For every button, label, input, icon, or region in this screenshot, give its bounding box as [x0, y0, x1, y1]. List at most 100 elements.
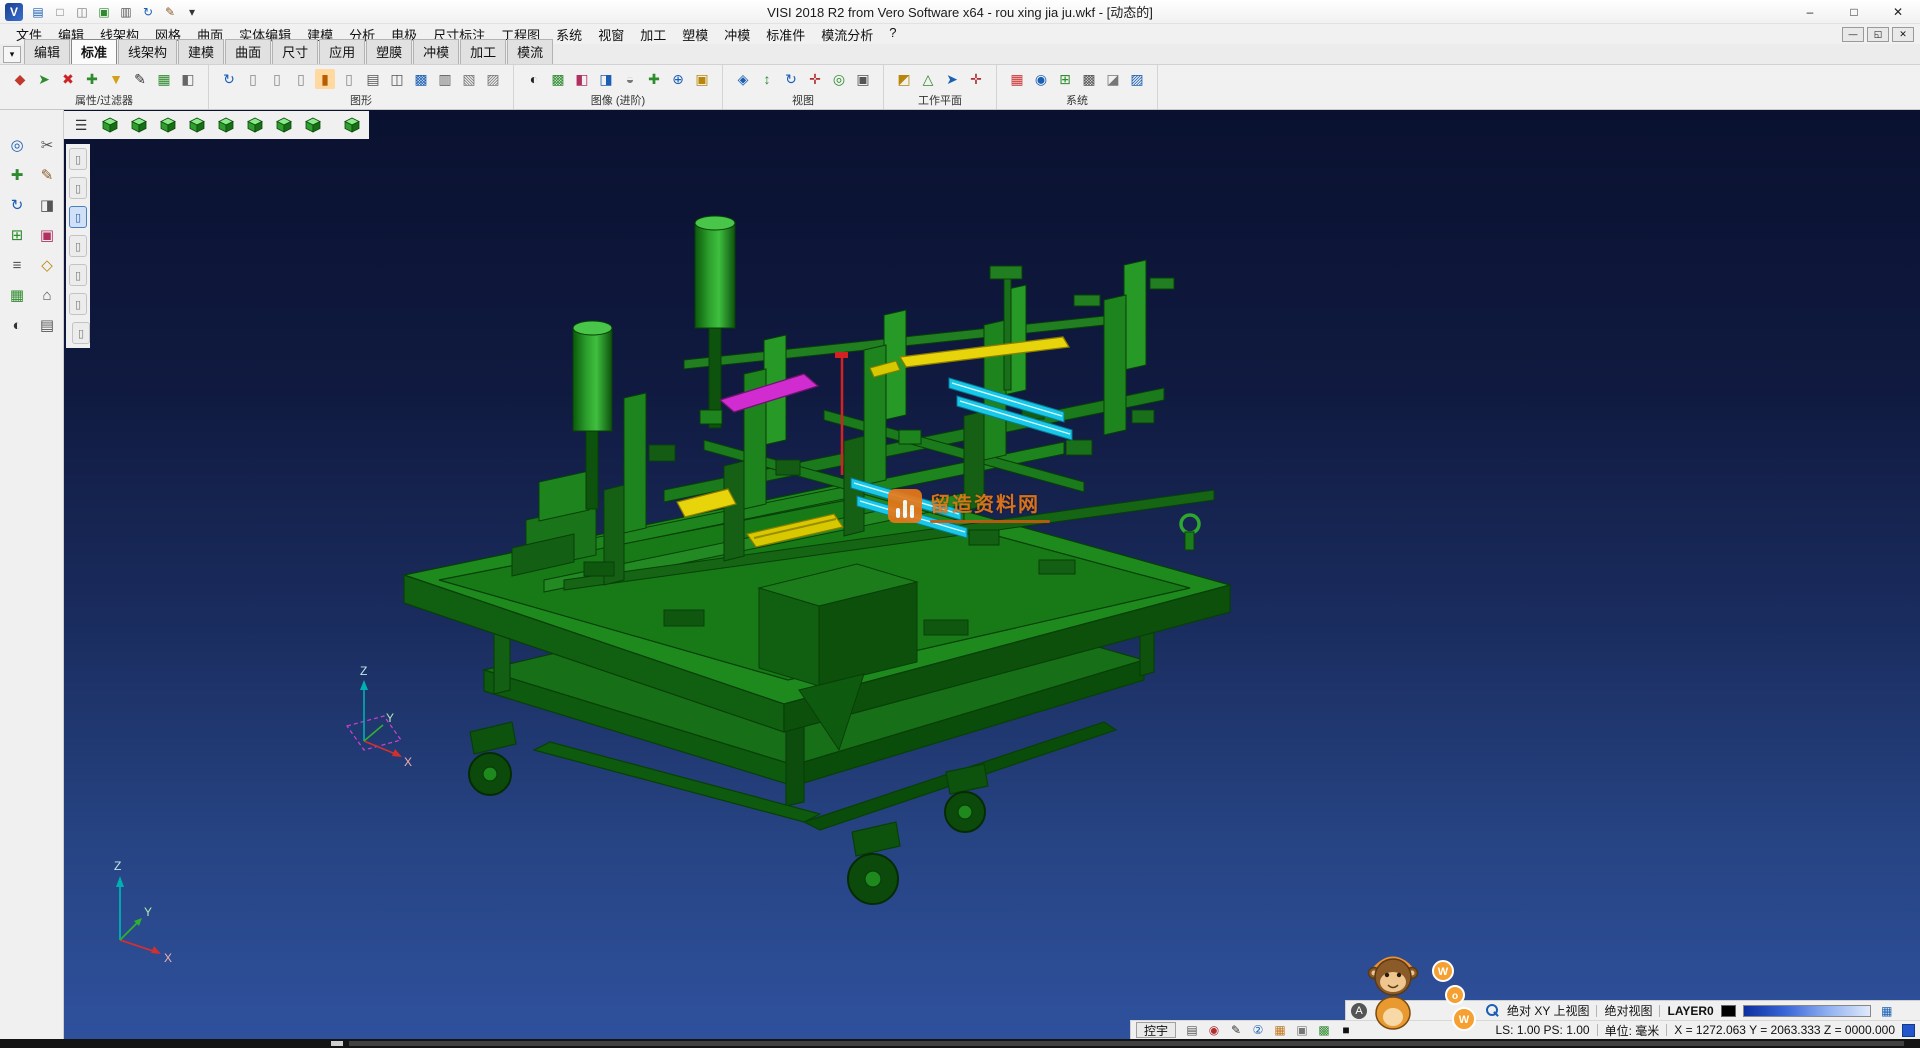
ribbon-tool-icon[interactable]: ◫: [387, 69, 407, 89]
left-tool-icon[interactable]: ◨: [34, 192, 60, 218]
status-tool-icon[interactable]: ✎: [1227, 1022, 1245, 1038]
mini-strip-button[interactable]: ▯: [69, 177, 87, 199]
ribbon-tool-icon[interactable]: ▥: [435, 69, 455, 89]
ribbon-tool-icon[interactable]: ⊞: [1055, 69, 1075, 89]
ribbon-tool-icon[interactable]: ◧: [178, 69, 198, 89]
ribbon-tool-icon[interactable]: ◈: [733, 69, 753, 89]
ribbon-tool-icon[interactable]: ✎: [130, 69, 150, 89]
mini-strip-button[interactable]: ▯: [72, 322, 90, 344]
magnifier-icon[interactable]: [1485, 1003, 1500, 1018]
ribbon-tool-icon[interactable]: ◨: [596, 69, 616, 89]
toolbar-tab[interactable]: 曲面: [225, 39, 271, 64]
ribbon-tool-icon[interactable]: ▯: [267, 69, 287, 89]
status-tool-icon[interactable]: ▦: [1271, 1022, 1289, 1038]
mini-strip-button[interactable]: ▯: [69, 264, 87, 286]
toolbar-tab[interactable]: 冲模: [413, 39, 459, 64]
mini-strip-button[interactable]: ▯: [69, 235, 87, 257]
left-tool-icon[interactable]: ✚: [4, 162, 30, 188]
ribbon-tool-icon[interactable]: ▦: [1007, 69, 1027, 89]
toolbar-tab[interactable]: 标准: [71, 39, 117, 64]
ribbon-tool-icon[interactable]: ⊕: [668, 69, 688, 89]
ribbon-tool-icon[interactable]: ◐: [524, 69, 544, 89]
active-color-swatch[interactable]: [1721, 1005, 1736, 1017]
ribbon-tool-icon[interactable]: ✛: [966, 69, 986, 89]
status-tool-icon[interactable]: ◉: [1205, 1022, 1223, 1038]
ribbon-tool-icon[interactable]: ◉: [1031, 69, 1051, 89]
ribbon-tool-icon[interactable]: ▦: [154, 69, 174, 89]
ribbon-tool-icon[interactable]: ✛: [805, 69, 825, 89]
toolbar-tab[interactable]: 尺寸: [272, 39, 318, 64]
absolute-view-label[interactable]: 绝对视图: [1604, 1002, 1652, 1019]
ribbon-tool-icon[interactable]: ▯: [243, 69, 263, 89]
mdi-close-button[interactable]: ✕: [1892, 27, 1914, 42]
left-tool-icon[interactable]: ▦: [4, 282, 30, 308]
quick-access-icon[interactable]: ✎: [160, 3, 180, 21]
3d-viewport[interactable]: ☰ ▯▯▯▯▯▯▯: [64, 110, 1920, 1039]
view-cube-button[interactable]: [155, 113, 181, 137]
status-tool-icon[interactable]: ■: [1337, 1022, 1355, 1038]
ribbon-tool-icon[interactable]: ▣: [692, 69, 712, 89]
ribbon-tool-icon[interactable]: ➤: [942, 69, 962, 89]
ribbon-tool-icon[interactable]: ▩: [548, 69, 568, 89]
view-cube-button[interactable]: [300, 113, 326, 137]
quick-access-icon[interactable]: ▣: [94, 3, 114, 21]
quick-access-icon[interactable]: ▤: [28, 3, 48, 21]
menu-item[interactable]: 加工: [632, 25, 674, 44]
status-tool-icon[interactable]: ▣: [1293, 1022, 1311, 1038]
menu-item[interactable]: 系统: [548, 25, 590, 44]
ribbon-tool-icon[interactable]: △: [918, 69, 938, 89]
mini-strip-button[interactable]: ▯: [69, 206, 87, 228]
model-canvas[interactable]: Z X Y Z X Y: [64, 110, 1920, 1039]
view-cube-button[interactable]: [271, 113, 297, 137]
left-tool-icon[interactable]: ⊞: [4, 222, 30, 248]
color-gradient-bar[interactable]: [1743, 1005, 1871, 1017]
ribbon-tool-icon[interactable]: ◪: [1103, 69, 1123, 89]
maximize-button[interactable]: □: [1832, 0, 1876, 23]
menu-item[interactable]: 冲模: [716, 25, 758, 44]
menu-item[interactable]: 模流分析: [813, 25, 881, 44]
quick-access-icon[interactable]: ▾: [182, 3, 202, 21]
quick-access-icon[interactable]: ◫: [72, 3, 92, 21]
left-tool-icon[interactable]: ✎: [34, 162, 60, 188]
left-tool-icon[interactable]: ↻: [4, 192, 30, 218]
ribbon-tool-icon[interactable]: ▮: [315, 69, 335, 89]
ribbon-tool-icon[interactable]: ▯: [339, 69, 359, 89]
ribbon-tool-icon[interactable]: ▨: [483, 69, 503, 89]
ribbon-tool-icon[interactable]: ◩: [894, 69, 914, 89]
view-mode-label[interactable]: 绝对 XY 上视图: [1507, 1002, 1589, 1019]
view-cube-button[interactable]: [242, 113, 268, 137]
mdi-restore-button[interactable]: ◱: [1867, 27, 1889, 42]
view-list-button[interactable]: ☰: [68, 113, 94, 137]
snap-lock-button[interactable]: 控宇: [1136, 1022, 1176, 1038]
view-cube-button[interactable]: [213, 113, 239, 137]
ribbon-tool-icon[interactable]: ✖: [58, 69, 78, 89]
ribbon-tool-icon[interactable]: ▣: [853, 69, 873, 89]
status-tool-icon[interactable]: ▩: [1315, 1022, 1333, 1038]
left-tool-icon[interactable]: ◐: [4, 312, 30, 338]
left-tool-icon[interactable]: ≡: [4, 252, 30, 278]
toolbar-tab[interactable]: 编辑: [24, 39, 70, 64]
ribbon-tool-icon[interactable]: ◧: [572, 69, 592, 89]
ribbon-tool-icon[interactable]: ▧: [459, 69, 479, 89]
quick-access-icon[interactable]: ↻: [138, 3, 158, 21]
menu-item[interactable]: 视窗: [590, 25, 632, 44]
left-tool-icon[interactable]: ▣: [34, 222, 60, 248]
ribbon-tool-icon[interactable]: ▼: [106, 69, 126, 89]
left-tool-icon[interactable]: ◇: [34, 252, 60, 278]
view-cube-button[interactable]: [339, 113, 365, 137]
toolbar-tab[interactable]: 模流: [507, 39, 553, 64]
toolbar-tab[interactable]: 加工: [460, 39, 506, 64]
view-cube-button[interactable]: [184, 113, 210, 137]
ribbon-tool-icon[interactable]: ↻: [781, 69, 801, 89]
ribbon-tool-icon[interactable]: ✚: [82, 69, 102, 89]
quick-access-icon[interactable]: ▥: [116, 3, 136, 21]
mini-strip-button[interactable]: ▯: [69, 148, 87, 170]
ribbon-tool-icon[interactable]: ▩: [411, 69, 431, 89]
ribbon-tool-icon[interactable]: ◆: [10, 69, 30, 89]
ribbon-tool-icon[interactable]: ▩: [1079, 69, 1099, 89]
left-tool-icon[interactable]: ◎: [4, 132, 30, 158]
quick-access-icon[interactable]: □: [50, 3, 70, 21]
active-layer-label[interactable]: LAYER0: [1667, 1004, 1713, 1018]
ribbon-tool-icon[interactable]: ▤: [363, 69, 383, 89]
view-cube-button[interactable]: [97, 113, 123, 137]
